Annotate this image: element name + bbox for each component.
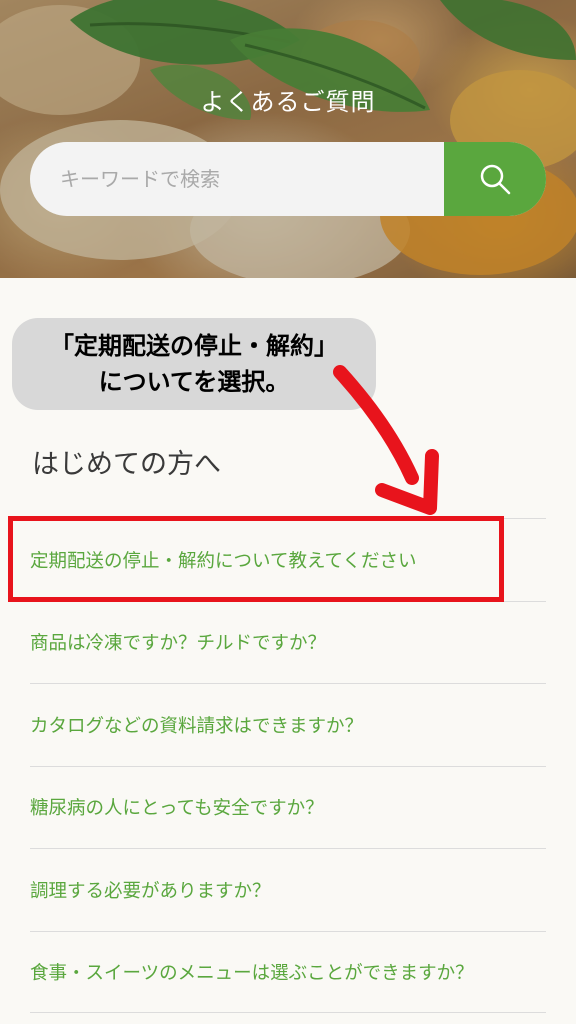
hero-overlay xyxy=(0,0,576,278)
faq-page: よくあるご質問 「定期配送の停止・解約」 についてを選択。 はじめての方へ 定期… xyxy=(0,0,576,1024)
search-input[interactable] xyxy=(30,142,444,216)
search-bar xyxy=(30,142,546,216)
section-heading: はじめての方へ xyxy=(32,449,221,480)
search-button[interactable] xyxy=(444,142,546,216)
faq-item-menu-selection[interactable]: 食事・スイーツのメニューは選ぶことができますか？ xyxy=(30,930,546,1013)
faq-item-cooking-needed[interactable]: 調理する必要がありますか？ xyxy=(30,848,546,931)
search-icon xyxy=(480,164,511,195)
faq-item-catalog-request[interactable]: カタログなどの資料請求はできますか？ xyxy=(30,683,546,766)
faq-item-frozen-chilled[interactable]: 商品は冷凍ですか？チルドですか？ xyxy=(30,600,546,684)
highlight-box xyxy=(8,516,504,602)
callout-line-1: 「定期配送の停止・解約」 xyxy=(50,332,338,360)
page-title: よくあるご質問 xyxy=(200,88,376,116)
hero-banner: よくあるご質問 xyxy=(0,0,576,278)
red-arrow-icon xyxy=(333,365,439,515)
faq-item-diabetes-safety[interactable]: 糖尿病の人にとっても安全ですか？ xyxy=(30,765,546,849)
